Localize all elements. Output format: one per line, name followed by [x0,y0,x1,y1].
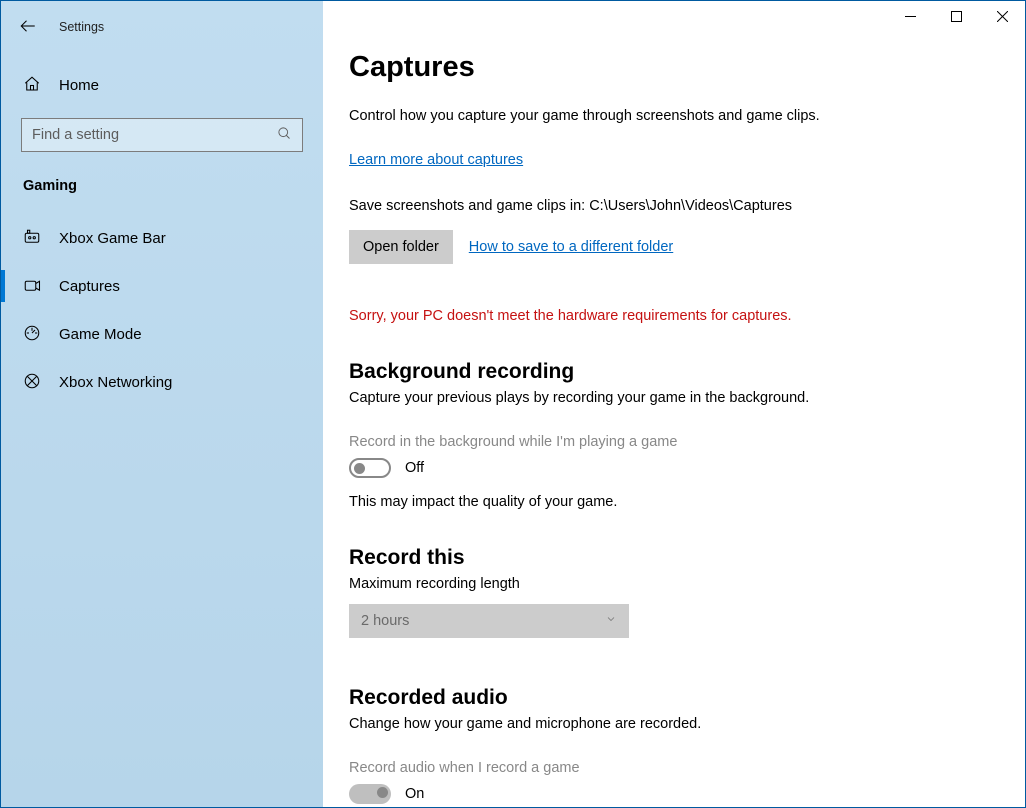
sidebar-item-label: Xbox Game Bar [59,230,166,247]
background-toggle-state: Off [405,460,424,476]
minimize-button[interactable] [887,1,933,31]
sidebar-section-heading: Gaming [23,178,323,194]
record-audio-toggle-label: Record audio when I record a game [349,760,985,776]
content-pane: Captures Control how you capture your ga… [323,1,1025,807]
close-button[interactable] [979,1,1025,31]
save-path: Save screenshots and game clips in: C:\U… [349,198,985,214]
record-this-heading: Record this [349,546,985,570]
max-length-select[interactable]: 2 hours [349,604,629,638]
background-toggle-label: Record in the background while I'm playi… [349,434,985,450]
background-record-toggle[interactable] [349,458,391,478]
page-intro: Control how you capture your game throug… [349,106,869,127]
back-icon[interactable] [19,17,37,38]
record-audio-toggle[interactable] [349,784,391,804]
save-path-label: Save screenshots and game clips in: [349,198,585,214]
maximize-button[interactable] [933,1,979,31]
sidebar-item-label: Xbox Networking [59,374,172,391]
window-controls [887,1,1025,33]
sidebar: Settings Home Gaming Xbox Game Bar Captu… [1,1,323,807]
game-bar-icon [23,228,41,249]
learn-more-link[interactable]: Learn more about captures [349,152,523,168]
sidebar-home[interactable]: Home [1,67,323,104]
recorded-audio-heading: Recorded audio [349,686,985,710]
page-title: Captures [349,51,985,84]
game-mode-icon [23,324,41,345]
max-length-value: 2 hours [361,613,409,629]
home-icon [23,75,41,96]
search-icon [277,126,292,144]
open-folder-button[interactable]: Open folder [349,230,453,264]
background-recording-heading: Background recording [349,360,985,384]
max-length-label: Maximum recording length [349,576,985,592]
sidebar-home-label: Home [59,77,99,94]
hardware-error-text: Sorry, your PC doesn't meet the hardware… [349,308,985,324]
recorded-audio-desc: Change how your game and microphone are … [349,716,985,732]
search-input-container[interactable] [21,118,303,152]
sidebar-item-captures[interactable]: Captures [1,262,323,310]
sidebar-item-label: Captures [59,278,120,295]
app-title: Settings [59,20,104,34]
sidebar-nav: Xbox Game Bar Captures Game Mode Xbox Ne… [1,214,323,406]
sidebar-item-game-mode[interactable]: Game Mode [1,310,323,358]
record-audio-toggle-state: On [405,786,424,802]
chevron-down-icon [605,613,617,629]
different-folder-link[interactable]: How to save to a different folder [469,239,673,255]
background-impact-note: This may impact the quality of your game… [349,494,985,510]
background-recording-desc: Capture your previous plays by recording… [349,390,985,406]
captures-icon [23,276,41,297]
xbox-icon [23,372,41,393]
sidebar-item-label: Game Mode [59,326,142,343]
save-path-value: C:\Users\John\Videos\Captures [589,198,792,214]
search-input[interactable] [32,127,277,143]
sidebar-item-xbox-game-bar[interactable]: Xbox Game Bar [1,214,323,262]
sidebar-item-xbox-networking[interactable]: Xbox Networking [1,358,323,406]
